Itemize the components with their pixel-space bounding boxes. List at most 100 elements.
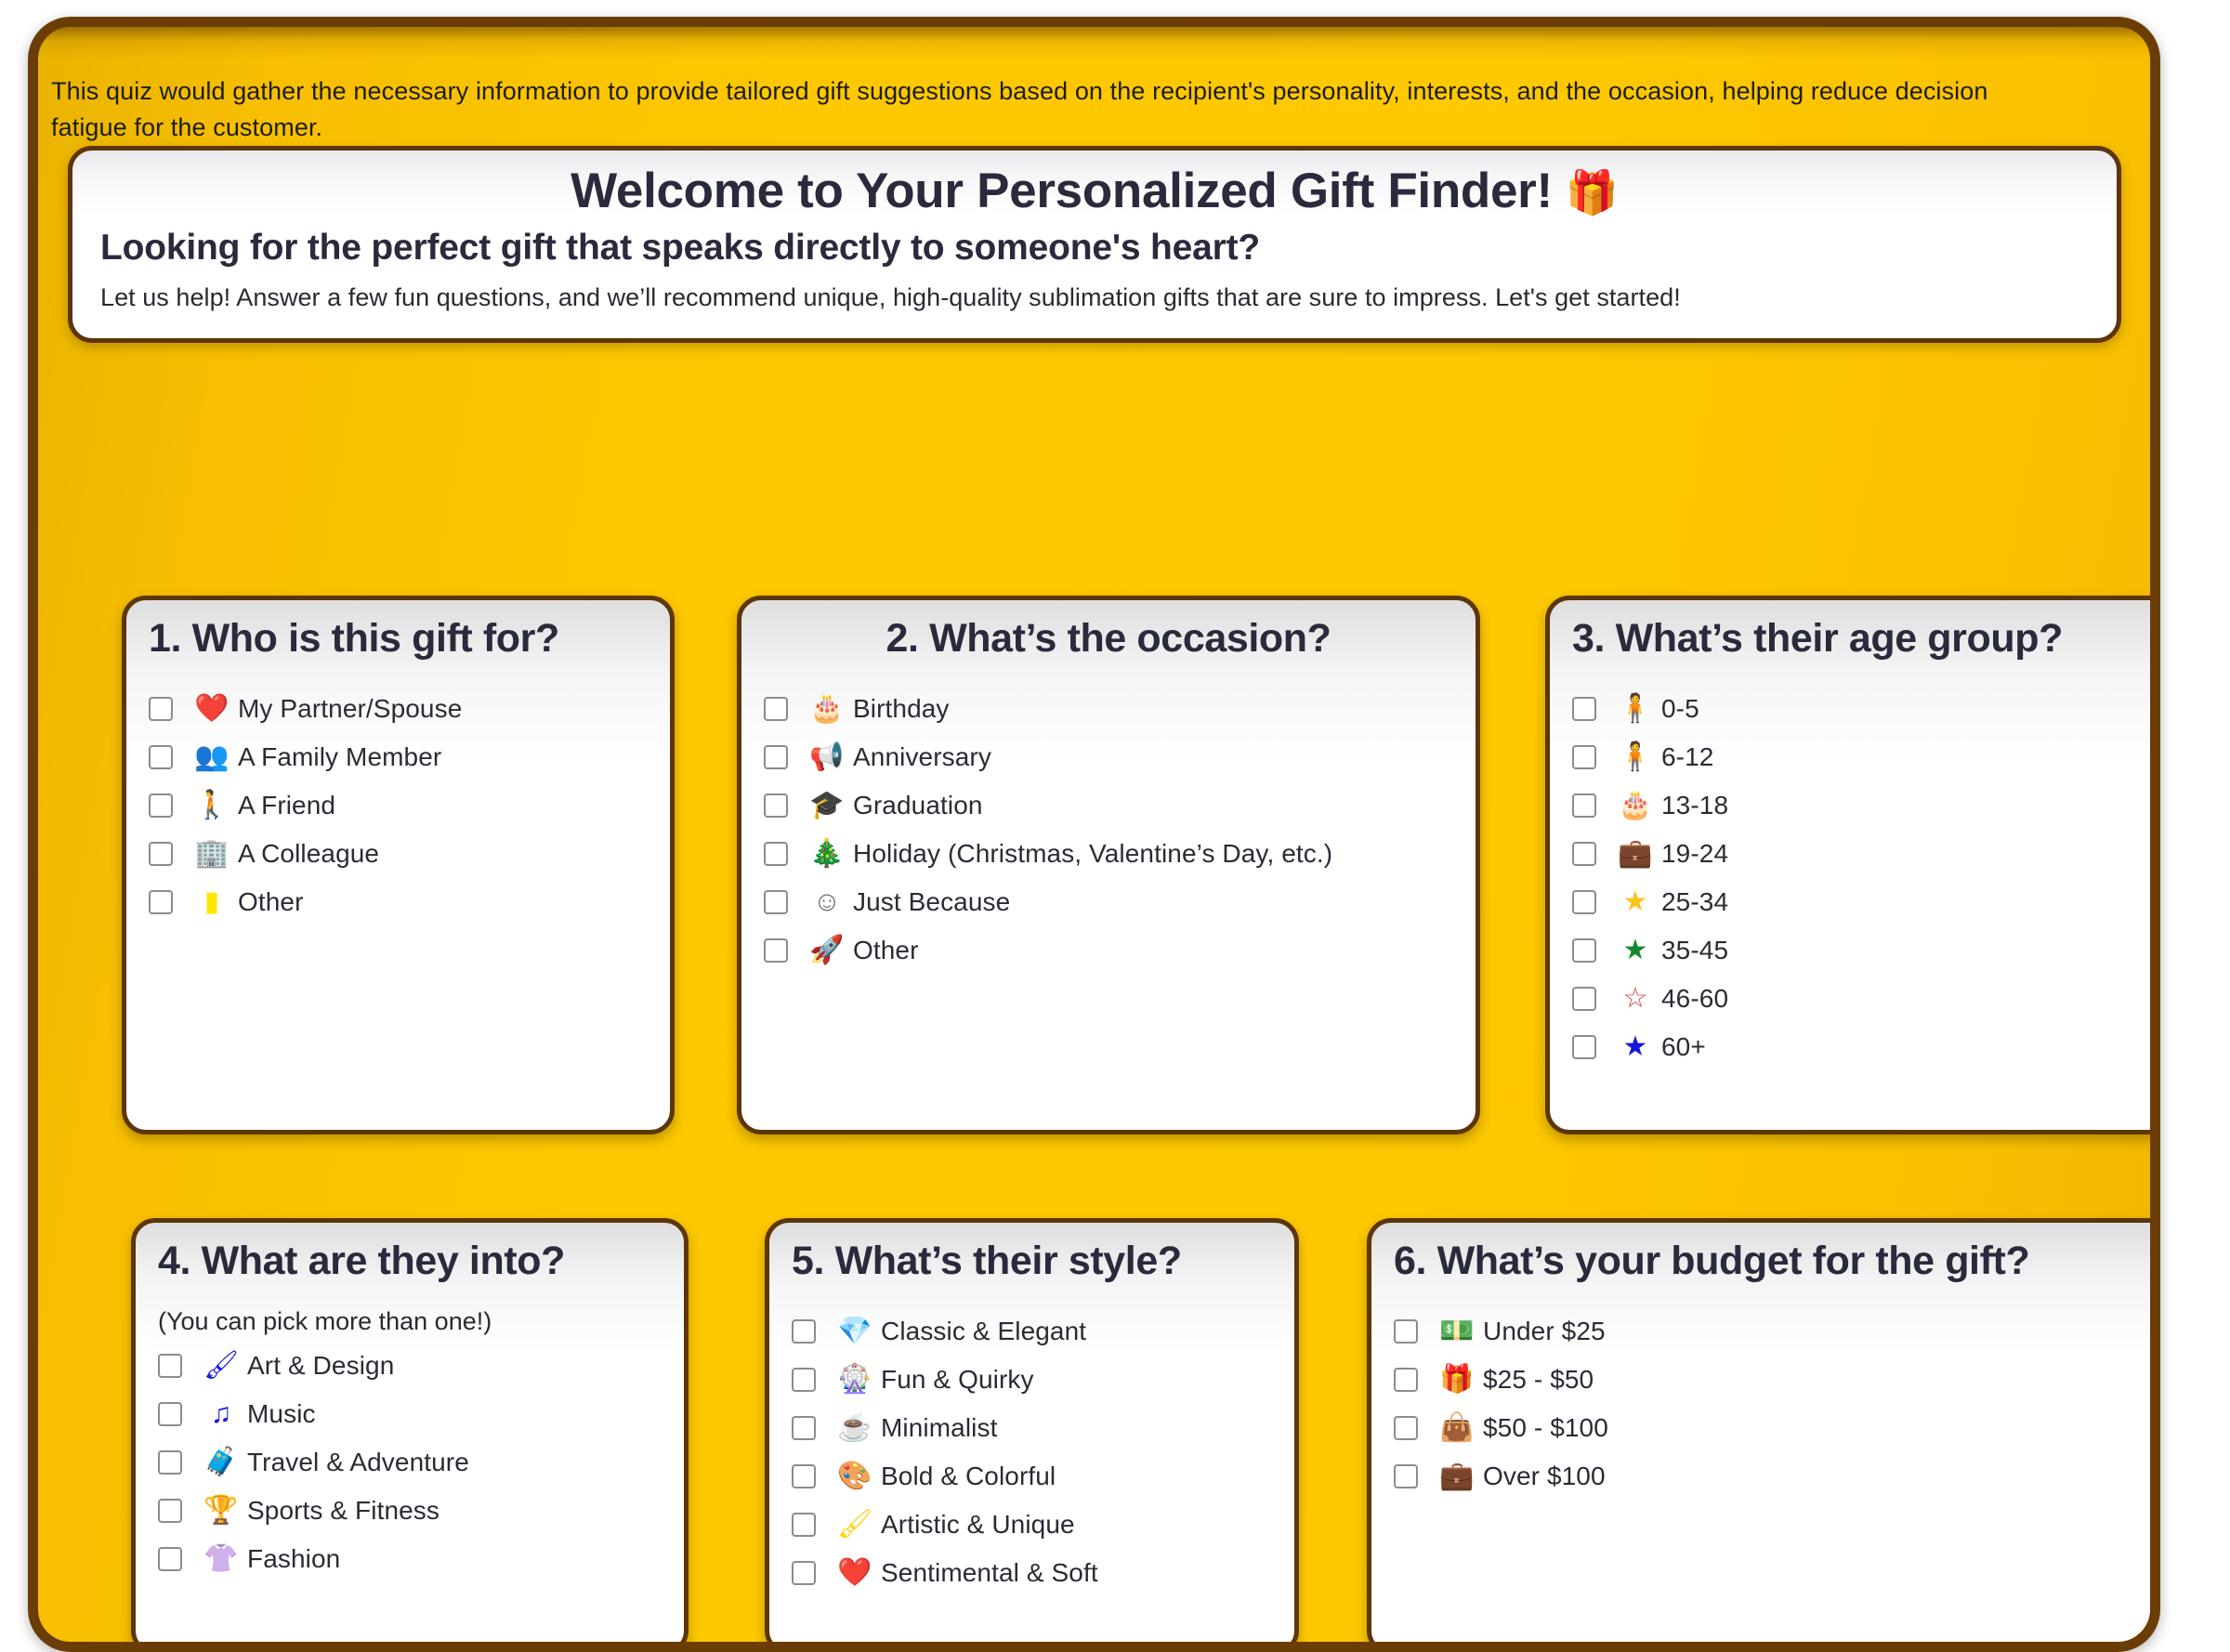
option-label: Travel & Adventure [247,1448,469,1477]
christmas-tree-icon: 🎄 [809,838,845,870]
option-row[interactable]: 🖌 Artistic & Unique [792,1501,1272,1549]
question-card-5: 5. What’s their style? 💎 Classic & Elegan… [765,1218,1299,1642]
checkbox-q2-6[interactable] [764,938,788,964]
people-group-icon: 👥 [194,741,230,773]
checkbox-q5-1[interactable] [792,1319,816,1344]
option-row[interactable]: 🚀 Other [764,926,1453,975]
checkbox-q1-4[interactable] [149,842,173,867]
checkbox-q4-4[interactable] [158,1499,182,1524]
checkbox-q3-4[interactable] [1572,842,1596,867]
checkbox-q3-1[interactable] [1572,697,1596,722]
option-row[interactable]: 👜 $50 - $100 [1394,1404,2150,1452]
checkbox-q2-5[interactable] [764,890,788,915]
question-5-title: 5. What’s their style? [792,1239,1182,1283]
option-label: Sentimental & Soft [881,1558,1098,1588]
option-row[interactable]: ☕ Minimalist [792,1404,1272,1452]
option-row[interactable]: ★ 60+ [1572,1023,2150,1071]
checkbox-q4-5[interactable] [158,1547,182,1572]
checkbox-q3-3[interactable] [1572,793,1596,819]
option-label: My Partner/Spouse [238,694,463,724]
option-row[interactable]: ★ 25-34 [1572,878,2150,926]
option-label: 13-18 [1661,791,1729,820]
option-row[interactable]: ▮ Other [149,878,648,926]
option-row[interactable]: 🧍 6-12 [1572,733,2150,781]
heart-blue-icon: ❤️ [837,1557,872,1589]
option-row[interactable]: 🎂 13-18 [1572,781,2150,830]
checkbox-q1-1[interactable] [149,697,173,722]
option-row[interactable]: 👥 A Family Member [149,733,648,781]
option-row[interactable]: 📢 Anniversary [764,733,1453,781]
option-row[interactable]: 🎁 $25 - $50 [1394,1356,2150,1404]
checkbox-q1-2[interactable] [149,745,173,770]
checkbox-q6-3[interactable] [1394,1416,1418,1441]
option-label: Holiday (Christmas, Valentine’s Day, etc… [853,839,1333,869]
briefcase-icon: 💼 [1618,838,1653,870]
option-label: Classic & Elegant [881,1317,1087,1346]
option-row[interactable]: 🏆 Sports & Fitness [158,1487,662,1535]
option-row[interactable]: 🏢 A Colleague [149,830,648,878]
briefcase-icon: 💼 [1439,1461,1475,1492]
option-label: Sports & Fitness [247,1496,440,1526]
option-label: 19-24 [1661,839,1729,869]
checkbox-q5-6[interactable] [792,1561,816,1586]
option-label: $25 - $50 [1483,1365,1594,1395]
checkbox-q2-4[interactable] [764,842,788,867]
checkbox-q1-5[interactable] [149,890,173,915]
question-4-options: 🖌 Art & Design ♫ Music 🧳 Travel & Adventure 🏆 S… [158,1342,662,1583]
option-label: Other [238,887,304,917]
option-row[interactable]: 💎 Classic & Elegant [792,1307,1272,1356]
checkbox-q5-5[interactable] [792,1513,816,1538]
star-blue-icon: ★ [1622,1031,1648,1063]
option-row[interactable]: 🚶 A Friend [149,781,648,830]
option-row[interactable]: ★ 35-45 [1572,926,2150,975]
option-label: A Colleague [238,839,380,869]
option-row[interactable]: 💼 Over $100 [1394,1452,2150,1501]
checkbox-q2-3[interactable] [764,793,788,819]
checkbox-q4-1[interactable] [158,1354,182,1379]
option-row[interactable]: 🎄 Holiday (Christmas, Valentine’s Day, et… [764,830,1453,878]
checkbox-q3-5[interactable] [1572,890,1596,915]
option-row[interactable]: 🧍 0-5 [1572,685,2150,733]
smiley-face-icon: ☺ [812,886,842,918]
checkbox-q6-4[interactable] [1394,1464,1418,1489]
checkbox-q5-3[interactable] [792,1416,816,1441]
checkbox-q5-4[interactable] [792,1464,816,1489]
checkbox-q4-2[interactable] [158,1402,182,1427]
option-label: 6-12 [1661,742,1714,772]
yellow-block-icon: ▮ [203,886,220,918]
option-row[interactable]: 👚 Fashion [158,1535,662,1583]
heart-icon: ❤️ [194,693,230,725]
checkbox-q6-1[interactable] [1394,1319,1418,1344]
option-row[interactable]: ❤️ My Partner/Spouse [149,685,648,733]
welcome-title-row: Welcome to Your Personalized Gift Finder… [100,164,2089,218]
checkbox-q3-6[interactable] [1572,938,1596,964]
gift-finder-quiz-panel: This quiz would gather the necessary inf… [28,17,2160,1652]
option-row[interactable]: 🧳 Travel & Adventure [158,1438,662,1487]
question-3-title: 3. What’s their age group? [1572,616,2063,661]
option-row[interactable]: ♫ Music [158,1390,662,1438]
option-label: 46-60 [1661,984,1729,1014]
option-row[interactable]: 💵 Under $25 [1394,1307,2150,1356]
checkbox-q1-3[interactable] [149,793,173,819]
option-row[interactable]: 🎓 Graduation [764,781,1453,830]
option-row[interactable]: 🎡 Fun & Quirky [792,1356,1272,1404]
option-label: 25-34 [1661,887,1729,917]
checkbox-q3-8[interactable] [1572,1035,1596,1060]
option-row[interactable]: 🖌 Art & Design [158,1342,662,1390]
option-row[interactable]: 🎨 Bold & Colorful [792,1452,1272,1501]
option-row[interactable]: ☺ Just Because [764,878,1453,926]
question-2-options: 🎂 Birthday 📢 Anniversary 🎓 Graduation 🎄 Holiday… [764,685,1453,975]
checkbox-q3-7[interactable] [1572,987,1596,1012]
checkbox-q3-2[interactable] [1572,745,1596,770]
option-label: Fun & Quirky [881,1365,1034,1395]
checkbox-q6-2[interactable] [1394,1368,1418,1393]
option-row[interactable]: ❤️ Sentimental & Soft [792,1549,1272,1597]
question-card-2: 2. What’s the occasion? 🎂 Birthday 📢 Annive… [737,596,1480,1134]
checkbox-q2-2[interactable] [764,745,788,770]
checkbox-q5-2[interactable] [792,1368,816,1393]
option-row[interactable]: ☆ 46-60 [1572,975,2150,1023]
option-row[interactable]: 🎂 Birthday [764,685,1453,733]
checkbox-q4-3[interactable] [158,1450,182,1475]
option-row[interactable]: 💼 19-24 [1572,830,2150,878]
checkbox-q2-1[interactable] [764,697,788,722]
